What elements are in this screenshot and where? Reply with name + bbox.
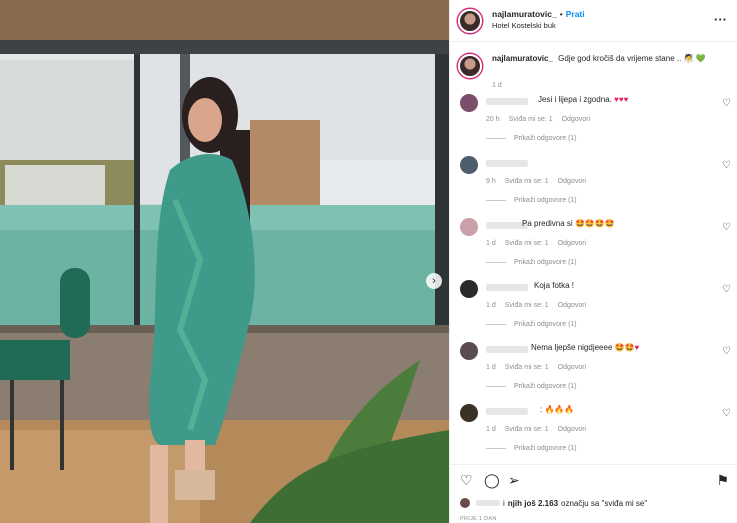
commenter-name-redacted[interactable] xyxy=(486,160,528,167)
comment-time: 1 d xyxy=(486,240,496,247)
comment-row: Jesi i lijepa i zgodna. ♥♥♥ 20 h Sviđa m… xyxy=(450,90,737,152)
comment-text: Jesi i lijepa i zgodna. ♥♥♥ xyxy=(538,95,629,104)
comment-reply-button[interactable]: Odgovori xyxy=(558,364,586,371)
view-replies-button[interactable]: Prikaži odgovore (1) xyxy=(486,259,577,266)
comment-time: 1 d xyxy=(486,302,496,309)
comment-time: 1 d xyxy=(486,364,496,371)
commenter-avatar[interactable] xyxy=(460,218,478,236)
view-replies-button[interactable]: Prikaži odgovore (1) xyxy=(486,321,577,328)
liker-avatar xyxy=(460,498,470,508)
comment-row: Nema ljepše nigdjeeee 🤩🤩♥ 1 d Sviđa mi s… xyxy=(450,338,737,400)
view-replies-button[interactable]: Prikaži odgovore (1) xyxy=(486,197,577,204)
bookmark-icon[interactable]: ⚑ xyxy=(716,473,729,487)
comment-reply-button[interactable]: Odgovori xyxy=(558,178,586,185)
likes-prefix: i xyxy=(503,498,505,508)
comment-likes[interactable]: Sviđa mi se: 1 xyxy=(505,426,549,433)
likes-count[interactable]: njih još 2.163 xyxy=(508,499,558,508)
comment-emoji: ♥♥♥ xyxy=(614,95,629,104)
comment-row: : 🔥🔥🔥 1 d Sviđa mi se: 1 Odgovori ♡ Prik… xyxy=(450,400,737,462)
likes-summary: i njih još 2.163 označju sa "sviđa mi se… xyxy=(460,498,737,508)
commenter-avatar[interactable] xyxy=(460,94,478,112)
comment-likes[interactable]: Sviđa mi se: 1 xyxy=(505,240,549,247)
comment-meta: 1 d Sviđa mi se: 1 Odgovori xyxy=(486,302,586,309)
comment-meta: 9 h Sviđa mi se: 1 Odgovori xyxy=(486,178,586,185)
comment-meta: 1 d Sviđa mi se: 1 Odgovori xyxy=(486,426,586,433)
caption-emoji-2: 💚 xyxy=(695,54,706,63)
commenter-avatar[interactable] xyxy=(460,280,478,298)
share-icon[interactable]: ➢ xyxy=(508,473,520,487)
post-caption: najlamuratovic_ Gdje god kročiš da vrije… xyxy=(450,42,737,78)
comment-emoji: 🤩🤩🤩🤩 xyxy=(574,219,615,228)
comment-row: Koja fotka ! 1 d Sviđa mi se: 1 Odgovori… xyxy=(450,276,737,338)
comment-row: Pa predivna si 🤩🤩🤩🤩 1 d Sviđa mi se: 1 O… xyxy=(450,214,737,276)
comment-heart-icon[interactable]: ♡ xyxy=(722,98,731,109)
comment-text: Pa predivna si 🤩🤩🤩🤩 xyxy=(522,219,615,228)
view-replies-button[interactable]: Prikaži odgovore (1) xyxy=(486,445,577,452)
post-image xyxy=(0,0,449,523)
comment-meta: 20 h Sviđa mi se: 1 Odgovori xyxy=(486,116,590,123)
comment-text: : 🔥🔥🔥 xyxy=(540,405,575,414)
commenter-avatar[interactable] xyxy=(460,404,478,422)
comment-heart-icon[interactable]: ♡ xyxy=(722,160,731,171)
view-replies-button[interactable]: Prikaži odgovore (1) xyxy=(486,135,577,142)
comment-time: 9 h xyxy=(486,178,496,185)
comment-emoji: 🔥🔥🔥 xyxy=(544,405,575,414)
separator-dot: • xyxy=(559,9,563,20)
commenter-name-redacted[interactable] xyxy=(486,346,528,353)
comment-reply-button[interactable]: Odgovori xyxy=(558,302,586,309)
comment-likes[interactable]: Sviđa mi se: 1 xyxy=(505,178,549,185)
comment-text: Koja fotka ! xyxy=(534,281,575,290)
action-bar: ♡ ◯ ➢ ⚑ xyxy=(450,464,737,496)
author-username[interactable]: najlamuratovic_ xyxy=(492,9,557,19)
author-avatar[interactable] xyxy=(458,8,482,33)
comment-likes[interactable]: Sviđa mi se: 1 xyxy=(505,302,549,309)
comment-reply-button[interactable]: Odgovori xyxy=(558,426,586,433)
commenter-name-redacted[interactable] xyxy=(486,98,528,105)
comment-text: Nema ljepše nigdjeeee 🤩🤩♥ xyxy=(531,343,640,352)
comment-icon[interactable]: ◯ xyxy=(484,473,500,487)
caption-avatar[interactable] xyxy=(458,54,482,78)
comment-emoji: 🤩🤩♥ xyxy=(614,343,640,352)
comment-time: 20 h xyxy=(486,116,500,123)
caption-text: Gdje god kročiš da vrijeme stane .. xyxy=(558,54,682,63)
comment-reply-button[interactable]: Odgovori xyxy=(558,240,586,247)
more-options-icon[interactable]: ··· xyxy=(714,13,727,26)
comment-heart-icon[interactable]: ♡ xyxy=(722,284,731,295)
comment-heart-icon[interactable]: ♡ xyxy=(722,222,731,233)
post-date: PRIJE 1 DAN xyxy=(460,516,497,522)
comment-meta: 1 d Sviđa mi se: 1 Odgovori xyxy=(486,364,586,371)
next-image-arrow[interactable]: › xyxy=(426,273,442,289)
caption-time: 1 d xyxy=(492,82,502,89)
location-link[interactable]: Hotel Kostelski buk xyxy=(492,21,585,31)
heart-icon[interactable]: ♡ xyxy=(460,473,473,487)
comment-heart-icon[interactable]: ♡ xyxy=(722,408,731,419)
follow-button[interactable]: Prati xyxy=(566,9,585,19)
commenter-avatar[interactable] xyxy=(460,342,478,360)
view-replies-button[interactable]: Prikaži odgovore (1) xyxy=(486,383,577,390)
comment-heart-icon[interactable]: ♡ xyxy=(722,346,731,357)
post-photo: › xyxy=(0,0,449,523)
comment-time: 1 d xyxy=(486,426,496,433)
comment-meta: 1 d Sviđa mi se: 1 Odgovori xyxy=(486,240,586,247)
likes-suffix: označju sa "sviđa mi se" xyxy=(561,498,648,508)
comment-reply-button[interactable]: Odgovori xyxy=(562,116,590,123)
post-sidebar: najlamuratovic_ • Prati Hotel Kostelski bu… xyxy=(449,0,737,523)
liker-name-redacted xyxy=(476,500,500,506)
comment-row: 9 h Sviđa mi se: 1 Odgovori ♡ Prikaži od… xyxy=(450,152,737,214)
comment-likes[interactable]: Sviđa mi se: 1 xyxy=(509,116,553,123)
caption-username[interactable]: najlamuratovic_ xyxy=(492,54,553,63)
commenter-name-redacted[interactable] xyxy=(486,284,528,291)
caption-emoji-1: 🧖 xyxy=(683,54,694,63)
comment-likes[interactable]: Sviđa mi se: 1 xyxy=(505,364,549,371)
post-header: najlamuratovic_ • Prati Hotel Kostelski bu… xyxy=(450,0,737,42)
commenter-name-redacted[interactable] xyxy=(486,408,528,415)
commenter-avatar[interactable] xyxy=(460,156,478,174)
